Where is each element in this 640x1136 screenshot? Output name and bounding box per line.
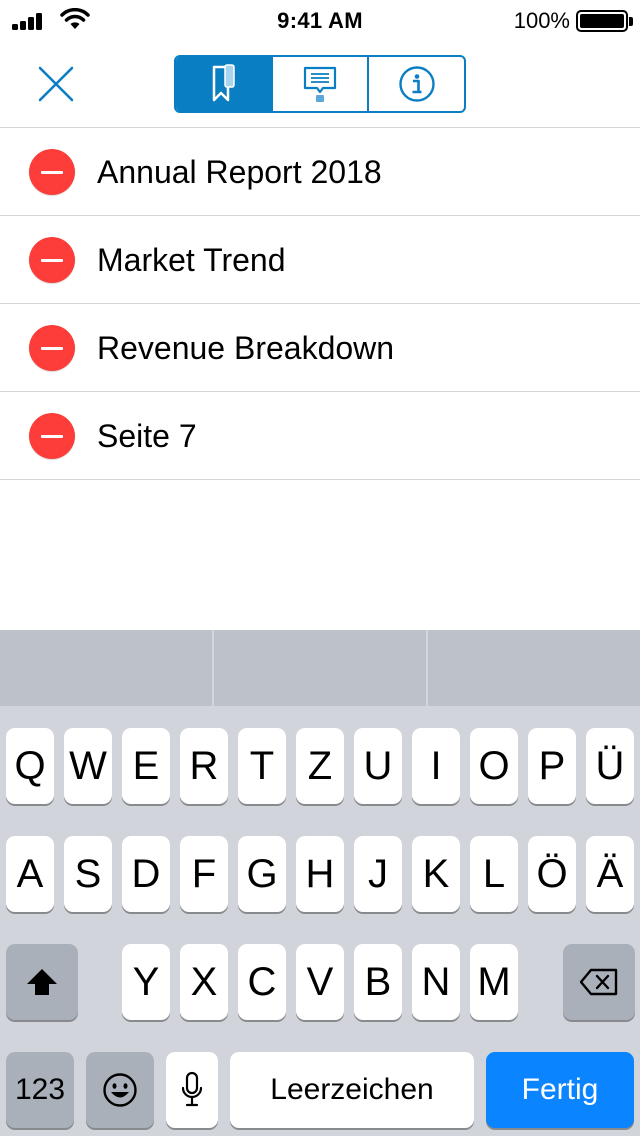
- key-o[interactable]: O: [470, 728, 518, 804]
- tab-annotations[interactable]: [273, 57, 370, 111]
- battery-icon: [576, 10, 628, 32]
- key-k[interactable]: K: [412, 836, 460, 912]
- list-item[interactable]: Seite 7: [0, 392, 640, 480]
- delete-button[interactable]: [29, 149, 75, 195]
- dictation-key[interactable]: [166, 1052, 218, 1128]
- key-e[interactable]: E: [122, 728, 170, 804]
- shift-icon: [27, 969, 57, 995]
- done-key[interactable]: Fertig: [486, 1052, 634, 1128]
- key-t[interactable]: T: [238, 728, 286, 804]
- space-key[interactable]: Leerzeichen: [230, 1052, 474, 1128]
- key-j[interactable]: J: [354, 836, 402, 912]
- battery-cap: [629, 17, 633, 26]
- annotation-icon: [303, 66, 337, 102]
- delete-button[interactable]: [29, 413, 75, 459]
- list-item[interactable]: Revenue Breakdown: [0, 304, 640, 392]
- info-icon: [398, 66, 435, 102]
- key-y[interactable]: Y: [122, 944, 170, 1020]
- key-q[interactable]: Q: [6, 728, 54, 804]
- tab-bookmarks[interactable]: [176, 57, 273, 111]
- key-w[interactable]: W: [64, 728, 112, 804]
- tab-info[interactable]: [369, 57, 464, 111]
- bookmark-label: Seite 7: [97, 418, 197, 454]
- key-ö[interactable]: Ö: [528, 836, 576, 912]
- key-h[interactable]: H: [296, 836, 344, 912]
- key-z[interactable]: Z: [296, 728, 344, 804]
- key-l[interactable]: L: [470, 836, 518, 912]
- key-u[interactable]: U: [354, 728, 402, 804]
- shift-key[interactable]: [6, 944, 78, 1020]
- key-c[interactable]: C: [238, 944, 286, 1020]
- key-a[interactable]: A: [6, 836, 54, 912]
- bookmark-label: Annual Report 2018: [97, 154, 382, 190]
- suggestion-slot[interactable]: [0, 630, 214, 706]
- bookmark-label: Market Trend: [97, 242, 286, 278]
- list-item[interactable]: Market Trend: [0, 216, 640, 304]
- delete-key[interactable]: [563, 944, 635, 1020]
- key-m[interactable]: M: [470, 944, 518, 1020]
- suggestion-slot[interactable]: [428, 630, 640, 706]
- delete-button[interactable]: [29, 325, 75, 371]
- predictive-bar: [0, 630, 640, 706]
- emoji-icon: [103, 1073, 137, 1107]
- key-g[interactable]: G: [238, 836, 286, 912]
- key-n[interactable]: N: [412, 944, 460, 1020]
- close-button[interactable]: [30, 58, 82, 110]
- key-p[interactable]: P: [528, 728, 576, 804]
- keyboard: QWERTZUIOPÜ ASDFGHJKLÖÄ YXCVBNM 123 Leer…: [0, 630, 640, 1136]
- key-i[interactable]: I: [412, 728, 460, 804]
- key-b[interactable]: B: [354, 944, 402, 1020]
- delete-button[interactable]: [29, 237, 75, 283]
- key-x[interactable]: X: [180, 944, 228, 1020]
- close-icon: [38, 66, 74, 102]
- key-d[interactable]: D: [122, 836, 170, 912]
- battery-percentage: 100%: [513, 8, 570, 33]
- key-r[interactable]: R: [180, 728, 228, 804]
- backspace-icon: [579, 968, 618, 996]
- bookmark-label: Revenue Breakdown: [97, 330, 395, 366]
- view-segmented-control: [174, 55, 466, 113]
- key-f[interactable]: F: [180, 836, 228, 912]
- key-v[interactable]: V: [296, 944, 344, 1020]
- list-item[interactable]: Annual Report 2018: [0, 128, 640, 216]
- status-bar: 9:41 AM 100%: [0, 0, 640, 40]
- nav-bar: [0, 40, 640, 128]
- suggestion-slot[interactable]: [214, 630, 428, 706]
- emoji-key[interactable]: [86, 1052, 154, 1128]
- bookmark-list: Annual Report 2018 Market Trend Revenue …: [0, 128, 640, 480]
- numbers-key[interactable]: 123: [6, 1052, 74, 1128]
- key-ü[interactable]: Ü: [586, 728, 634, 804]
- bookmark-icon: [213, 64, 236, 102]
- microphone-icon: [181, 1071, 203, 1107]
- key-ä[interactable]: Ä: [586, 836, 634, 912]
- key-s[interactable]: S: [64, 836, 112, 912]
